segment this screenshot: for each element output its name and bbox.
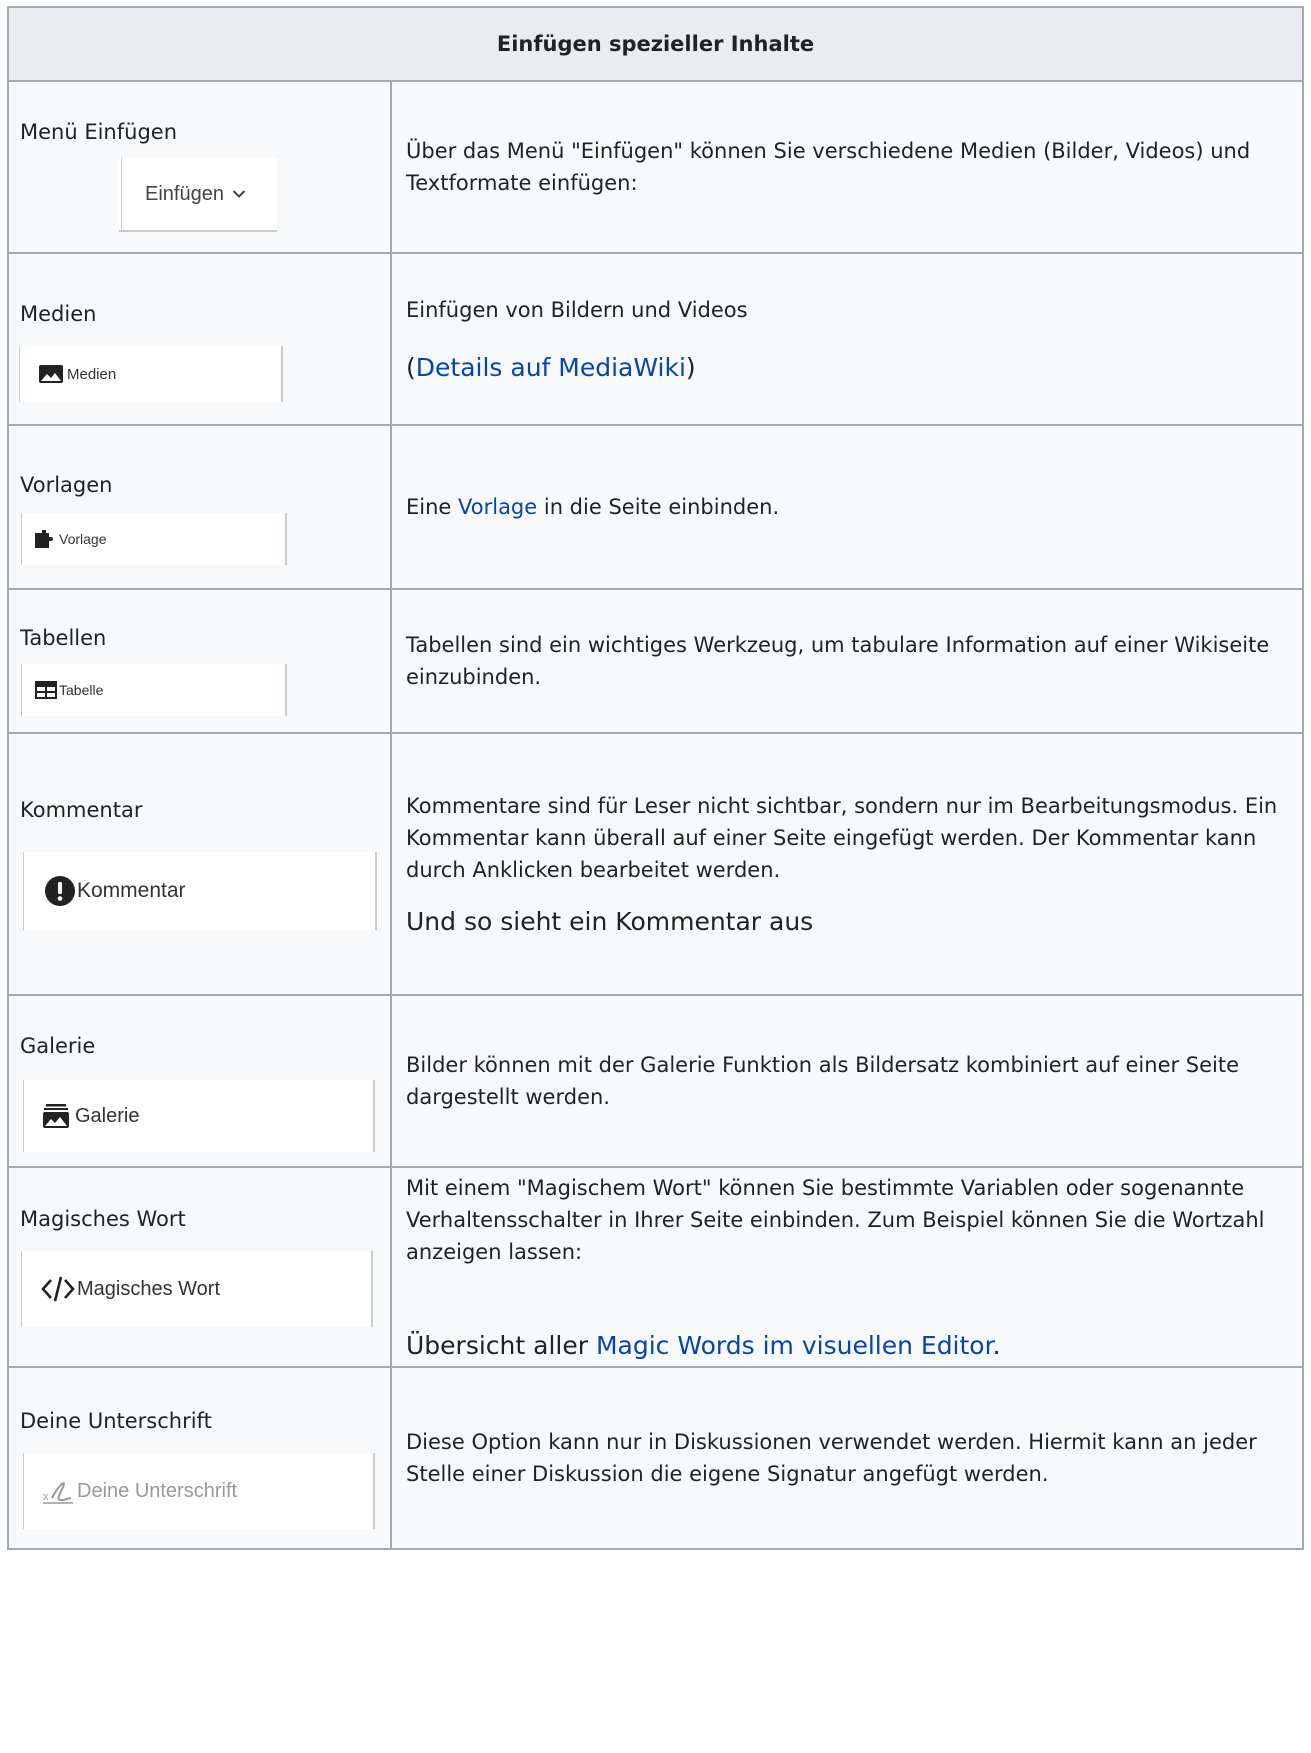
feature-name: Kommentar [20, 798, 143, 822]
description-text: Eine Vorlage in die Seite einbinden. [406, 491, 1288, 523]
feature-cell: Medien Medien [7, 252, 392, 426]
media-button-screenshot: Medien [19, 346, 283, 402]
table-header: Einfügen spezieller Inhalte [7, 6, 1304, 82]
description-cell: Über das Menü "Einfügen" können Sie vers… [390, 80, 1304, 254]
table-button-label: Tabelle [59, 682, 104, 698]
feature-cell: Tabellen Tabelle [7, 588, 392, 734]
table-row: Tabellen Tabelle Tabellen sind ein wicht… [7, 588, 1304, 734]
table-button-screenshot: Tabelle [21, 664, 287, 716]
magic-words-overview: Übersicht aller Magic Words im visuellen… [406, 1330, 1288, 1362]
table-row: Menü Einfügen Einfügen Über das Menü "Ei… [7, 80, 1304, 254]
feature-cell: Deine Unterschrift x Deine Unterschrift [7, 1366, 392, 1550]
description-cell: Bilder können mit der Galerie Funktion a… [390, 994, 1304, 1168]
description-before: Eine [406, 495, 459, 519]
table-row: Deine Unterschrift x Deine Unterschrift … [7, 1366, 1304, 1550]
svg-text:x: x [43, 1491, 49, 1503]
table-row: Vorlagen Vorlage Eine Vorlage in die Sei… [7, 424, 1304, 590]
template-button-label: Vorlage [59, 531, 107, 547]
description-text: Diese Option kann nur in Diskussionen ve… [406, 1430, 1257, 1486]
insert-menu-label: Einfügen [145, 182, 224, 205]
description-text: Mit einem "Magischem Wort" können Sie be… [406, 1176, 1265, 1264]
magic-word-button-label: Magisches Wort [77, 1277, 221, 1300]
template-button-screenshot: Vorlage [21, 513, 287, 565]
feature-name: Galerie [20, 1034, 96, 1058]
comment-button-screenshot: Kommentar [23, 852, 377, 930]
feature-name: Medien [20, 302, 97, 326]
comment-button-label: Kommentar [77, 879, 186, 902]
paren-open: ( [406, 353, 416, 382]
description-text: Über das Menü "Einfügen" können Sie vers… [406, 139, 1251, 195]
media-button-label: Medien [67, 365, 117, 383]
feature-name: Menü Einfügen [20, 120, 178, 144]
description-cell: Einfügen von Bildern und Videos (Details… [390, 252, 1304, 426]
gallery-icon [43, 1104, 69, 1128]
description-after: in die Seite einbinden. [537, 495, 780, 519]
overview-before: Übersicht aller [406, 1331, 596, 1360]
feature-name: Tabellen [20, 626, 107, 650]
details-line: (Details auf MediaWiki) [406, 352, 1288, 384]
magic-words-link[interactable]: Magic Words im visuellen Editor [596, 1331, 993, 1360]
feature-cell: Kommentar Kommentar [7, 732, 392, 996]
table-row: Galerie Galerie Bilder können mit der Ga… [7, 994, 1304, 1168]
chevron-down-icon [232, 189, 246, 199]
insert-menu-screenshot: Einfügen [119, 158, 277, 232]
special-content-table: Einfügen spezieller Inhalte Menü Einfüge… [7, 6, 1304, 1550]
feature-name: Vorlagen [20, 473, 113, 497]
feature-cell: Magisches Wort Magisches Wort [7, 1166, 392, 1368]
description-cell: Kommentare sind für Leser nicht sichtbar… [390, 732, 1304, 996]
details-mediawiki-link[interactable]: Details auf MediaWiki [416, 353, 686, 382]
template-link[interactable]: Vorlage [458, 495, 537, 519]
description-text: Tabellen sind ein wichtiges Werkzeug, um… [406, 633, 1270, 689]
image-icon [39, 365, 63, 383]
feature-name: Magisches Wort [20, 1207, 186, 1231]
signature-icon: x [43, 1478, 75, 1504]
description-text: Einfügen von Bildern und Videos [406, 298, 748, 322]
comment-example: Und so sieht ein Kommentar aus [406, 907, 814, 936]
paren-close: ) [685, 353, 696, 382]
description-cell: Mit einem "Magischem Wort" können Sie be… [390, 1166, 1304, 1368]
feature-cell: Vorlagen Vorlage [7, 424, 392, 590]
description-cell: Eine Vorlage in die Seite einbinden. [390, 424, 1304, 590]
gallery-button-label: Galerie [75, 1104, 140, 1127]
puzzle-icon [35, 530, 57, 548]
table-icon [35, 681, 57, 699]
gallery-button-screenshot: Galerie [23, 1080, 375, 1152]
description-text: Kommentare sind für Leser nicht sichtbar… [406, 794, 1278, 882]
magic-word-button-screenshot: Magisches Wort [21, 1251, 373, 1327]
table-row: Medien Medien Einfügen von Bildern und V… [7, 252, 1304, 426]
description-cell: Tabellen sind ein wichtiges Werkzeug, um… [390, 588, 1304, 734]
signature-button-screenshot: x Deine Unterschrift [23, 1453, 375, 1529]
signature-button-label: Deine Unterschrift [77, 1479, 238, 1502]
description-text: Bilder können mit der Galerie Funktion a… [406, 1053, 1240, 1109]
code-icon [41, 1276, 75, 1302]
feature-cell: Menü Einfügen Einfügen [7, 80, 392, 254]
feature-name: Deine Unterschrift [20, 1409, 212, 1433]
alert-circle-icon [45, 876, 75, 906]
feature-cell: Galerie Galerie [7, 994, 392, 1168]
overview-after: . [992, 1331, 1001, 1360]
table-row: Kommentar Kommentar Kommentare sind für … [7, 732, 1304, 996]
description-cell: Diese Option kann nur in Diskussionen ve… [390, 1366, 1304, 1550]
table-row: Magisches Wort Magisches Wort Mit einem … [7, 1166, 1304, 1368]
